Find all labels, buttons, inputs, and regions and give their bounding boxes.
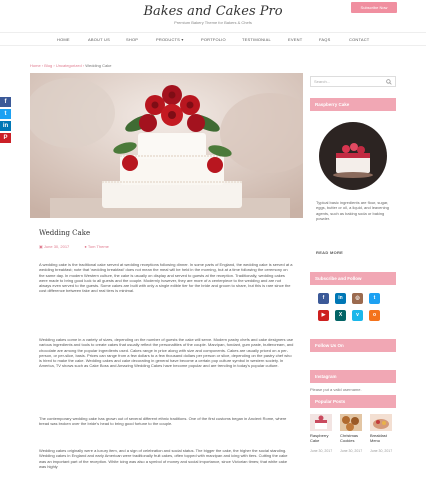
vimeo-icon[interactable]: v: [352, 310, 363, 321]
breadcrumb-separator: ›: [41, 63, 44, 68]
post-date[interactable]: June 30, 2017: [44, 244, 69, 249]
share-linkedin-button[interactable]: in: [0, 121, 11, 131]
xing-icon[interactable]: X: [335, 310, 346, 321]
breadcrumb-uncategorized[interactable]: Uncategorized: [56, 63, 82, 68]
popular-post-date: June 30, 2017: [370, 449, 393, 453]
breadcrumb-home[interactable]: Home: [30, 63, 41, 68]
about-text: Typical basic ingredients are flour, sug…: [316, 200, 389, 221]
widget-heading-follow-us: Follow Us On: [310, 339, 396, 352]
search-placeholder: Search...: [314, 79, 331, 84]
nav-item-home[interactable]: HOME: [57, 37, 70, 42]
breadcrumb-blog[interactable]: Blog: [44, 63, 52, 68]
popular-post-date: June 30, 2017: [310, 449, 333, 453]
nav-item-faqs[interactable]: FAQS: [319, 37, 330, 42]
raspberry-cake-image: [319, 122, 387, 190]
popular-post-title[interactable]: Breakfast Menu: [370, 433, 396, 443]
odnoklassniki-icon[interactable]: o: [369, 310, 380, 321]
post-paragraph: Wedding cakes come in a variety of sizes…: [39, 337, 294, 369]
twitter-icon: t: [4, 111, 7, 117]
post-paragraph: Wedding cakes originally were a luxury i…: [39, 448, 288, 469]
widget-heading-instagram: Instagram: [310, 370, 396, 383]
nav-item-portfolio[interactable]: PORTFOLIO: [201, 37, 226, 42]
widget-heading-popular: Popular Posts: [310, 395, 396, 408]
pinterest-icon: P: [3, 135, 8, 141]
author-icon: ●: [84, 244, 87, 249]
post-featured-image: [30, 73, 303, 218]
post-paragraph: A wedding cake is the traditional cake s…: [39, 262, 293, 294]
instagram-icon[interactable]: ◎: [352, 293, 363, 304]
youtube-icon[interactable]: ▶: [318, 310, 329, 321]
nav-item-about[interactable]: ABOUT US: [88, 37, 110, 42]
main-navigation: HOME ABOUT US SHOP PRODUCTS ▾ PORTFOLIO …: [0, 32, 426, 46]
nav-item-event[interactable]: EVENT: [288, 37, 302, 42]
facebook-icon: f: [4, 99, 7, 105]
site-tagline: Premium Bakery Theme for Bakers & Chefs: [174, 20, 252, 25]
post-author[interactable]: Tom Theme: [88, 244, 109, 249]
widget-heading-about: Raspberry Cake: [310, 98, 396, 111]
popular-post-thumbnail[interactable]: [340, 414, 362, 431]
nav-item-testimonial[interactable]: TESTIMONIAL: [242, 37, 271, 42]
read-more-link[interactable]: READ MORE: [316, 250, 343, 255]
linkedin-icon[interactable]: in: [335, 293, 346, 304]
widget-heading-follow: Subscribe and Follow: [310, 272, 396, 285]
post-meta: ▣ June 30, 2017 ● Tom Theme: [39, 244, 109, 249]
breadcrumb-separator: ›: [53, 63, 55, 68]
nav-item-products[interactable]: PRODUCTS ▾: [156, 37, 184, 42]
popular-post-title[interactable]: Christmas Cookies: [340, 433, 366, 443]
linkedin-icon: in: [2, 123, 9, 129]
breadcrumb-current: Wedding Cake: [85, 63, 112, 68]
share-pinterest-button[interactable]: P: [0, 133, 11, 143]
popular-post-thumbnail[interactable]: [310, 414, 332, 431]
popular-post-thumbnail[interactable]: [370, 414, 392, 431]
share-twitter-button[interactable]: t: [0, 109, 11, 119]
breadcrumb-separator: ›: [82, 63, 85, 68]
twitter-icon[interactable]: t: [369, 293, 380, 304]
post-paragraph: The contemporary wedding cake has grown …: [39, 416, 287, 427]
share-facebook-button[interactable]: f: [0, 97, 11, 107]
post-title: Wedding Cake: [39, 229, 91, 237]
instagram-notice: Please put a valid username.: [310, 387, 362, 392]
popular-post-date: June 30, 2017: [340, 449, 363, 453]
facebook-icon[interactable]: f: [318, 293, 329, 304]
breadcrumb: Home › Blog › Uncategorized › Wedding Ca…: [30, 63, 111, 68]
nav-item-shop[interactable]: SHOP: [126, 37, 138, 42]
search-input[interactable]: Search...: [310, 76, 396, 87]
popular-post-title[interactable]: Raspberry Cake: [310, 433, 336, 443]
search-icon[interactable]: [386, 79, 392, 85]
wedding-cake-photo: [30, 73, 303, 218]
nav-item-contact[interactable]: CONTACT: [349, 37, 369, 42]
calendar-icon: ▣: [39, 244, 43, 249]
subscribe-button[interactable]: Subscribe Now: [351, 2, 397, 13]
